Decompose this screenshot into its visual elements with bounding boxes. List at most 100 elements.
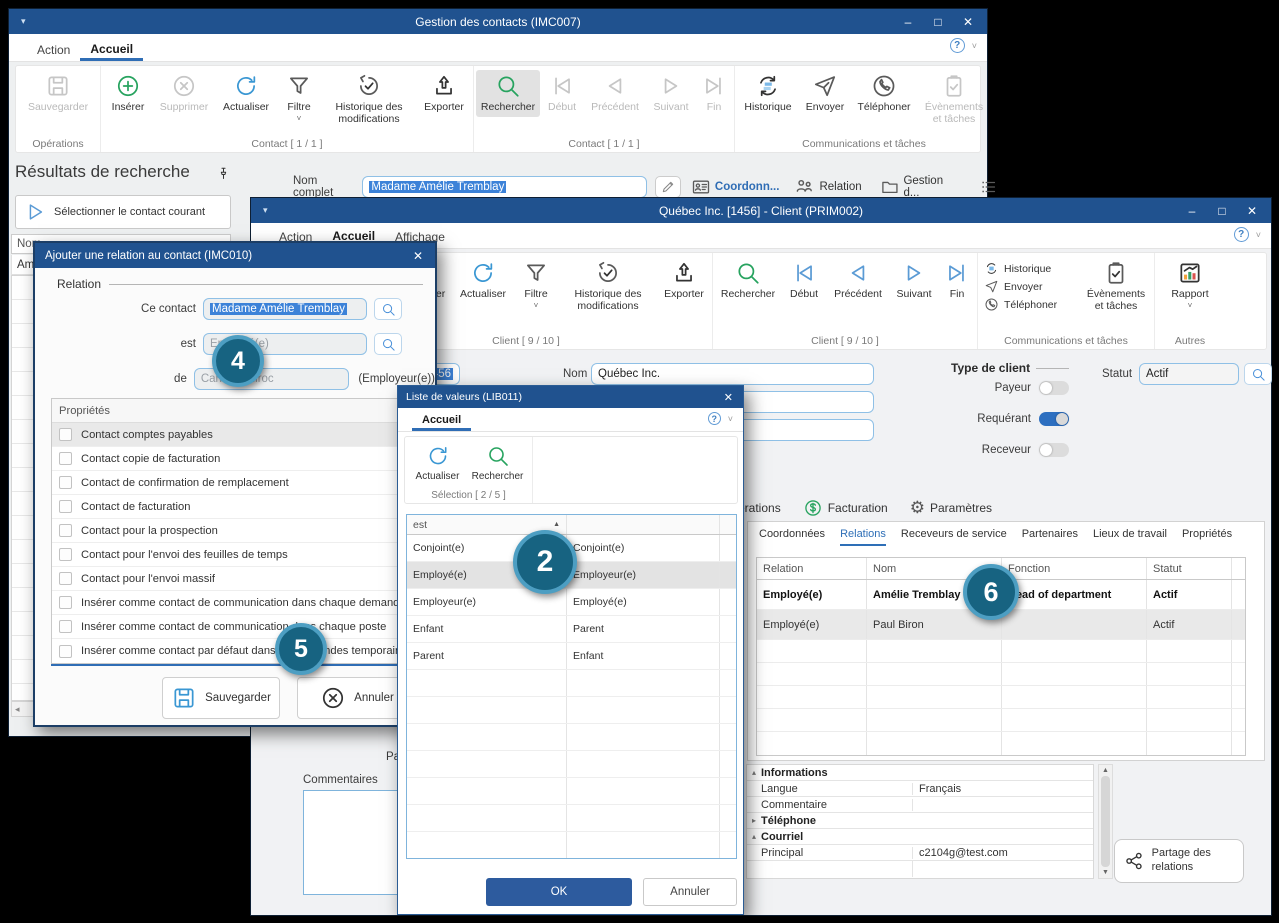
collapsed-icon[interactable]: ▸ bbox=[747, 816, 761, 825]
checkbox[interactable] bbox=[59, 645, 72, 658]
grid-row[interactable]: Principal c2104g@test.com bbox=[747, 845, 1093, 861]
requerant-toggle[interactable] bbox=[1039, 412, 1069, 426]
list-item[interactable]: Insérer comme contact de communication d… bbox=[52, 591, 422, 615]
tab-receveurs[interactable]: Receveurs de service bbox=[901, 528, 1007, 546]
table-row-empty[interactable] bbox=[757, 663, 1245, 686]
ce-contact-field[interactable]: Madame Amélie Tremblay bbox=[203, 298, 367, 320]
nom-complet-field[interactable]: Madame Amélie Tremblay bbox=[362, 176, 647, 198]
relation-link[interactable]: Relation bbox=[793, 176, 861, 198]
report-button[interactable]: Rapport ˅ bbox=[1160, 257, 1220, 313]
grid-row[interactable]: Commentaire bbox=[747, 797, 1093, 813]
help-icon[interactable]: ? bbox=[1234, 227, 1249, 242]
history-changes-button[interactable]: Historique des modifications bbox=[321, 70, 417, 129]
next-button[interactable]: Suivant bbox=[889, 257, 939, 304]
tab-coordonnees[interactable]: Coordonnées bbox=[759, 528, 825, 546]
facturation-nav[interactable]: Facturation bbox=[803, 498, 888, 518]
list-item[interactable]: Contact de facturation bbox=[52, 495, 422, 519]
next-button[interactable]: Suivant bbox=[646, 70, 696, 117]
refresh-button[interactable]: Actualiser bbox=[452, 257, 514, 304]
tab-lieux-travail[interactable]: Lieux de travail bbox=[1093, 528, 1167, 546]
list-item[interactable]: Contact pour la prospection bbox=[52, 519, 422, 543]
minimize-button[interactable]: – bbox=[893, 15, 923, 29]
filter-button[interactable]: Filtre ˅ bbox=[277, 70, 321, 126]
select-current-contact-button[interactable]: Sélectionner le contact courant bbox=[15, 195, 231, 229]
scroll-left-icon[interactable]: ◂ bbox=[15, 704, 20, 715]
checkbox[interactable] bbox=[59, 620, 72, 633]
table-row-empty[interactable] bbox=[757, 686, 1245, 709]
value-row-empty[interactable] bbox=[407, 832, 736, 859]
dialog-titlebar[interactable]: Liste de valeurs (LIB011) ✕ bbox=[398, 386, 743, 408]
history-button[interactable]: Historique bbox=[737, 70, 799, 117]
close-button[interactable]: ✕ bbox=[953, 15, 983, 29]
export-button[interactable]: Exporter bbox=[417, 70, 471, 117]
grid-section[interactable]: ▴ Informations bbox=[747, 765, 1093, 781]
table-row-empty[interactable] bbox=[757, 640, 1245, 663]
checkbox[interactable] bbox=[59, 524, 72, 537]
first-button[interactable]: Début bbox=[540, 70, 584, 117]
events-tasks-button[interactable]: Évènements et tâches bbox=[1080, 257, 1152, 332]
expanded-icon[interactable]: ▴ bbox=[747, 768, 761, 777]
receveur-toggle[interactable] bbox=[1039, 443, 1069, 457]
refresh-button[interactable]: Actualiser bbox=[409, 441, 467, 485]
checkbox[interactable] bbox=[59, 572, 72, 585]
history-button[interactable]: Historique bbox=[984, 261, 1080, 276]
search-button[interactable]: Rechercher bbox=[467, 441, 529, 485]
previous-button[interactable]: Précédent bbox=[584, 70, 646, 117]
table-header[interactable]: est▲ bbox=[407, 515, 736, 535]
table-row-empty[interactable] bbox=[757, 709, 1245, 732]
dialog-save-button[interactable]: Sauvegarder bbox=[162, 677, 280, 719]
grid-row-empty[interactable] bbox=[747, 861, 1093, 877]
export-button[interactable]: Exporter bbox=[658, 257, 710, 304]
phone-button[interactable]: Téléphoner bbox=[984, 297, 1080, 312]
list-item[interactable]: Insérer comme contact par défaut dans le… bbox=[52, 639, 422, 663]
minimize-button[interactable]: – bbox=[1177, 204, 1207, 218]
est-lookup-button[interactable] bbox=[374, 333, 402, 355]
titlebar[interactable]: ▾ Québec Inc. [1456] - Client (PRIM002) … bbox=[251, 198, 1271, 223]
maximize-button[interactable]: □ bbox=[1207, 204, 1237, 218]
ribbon-collapse-icon[interactable]: ˅ bbox=[728, 414, 733, 424]
scroll-down-icon[interactable]: ▼ bbox=[1102, 869, 1109, 876]
checkbox[interactable] bbox=[59, 500, 72, 513]
list-view-icon[interactable] bbox=[979, 177, 997, 197]
list-item[interactable]: Contact pour l'envoi des feuilles de tem… bbox=[52, 543, 422, 567]
checkbox[interactable] bbox=[59, 428, 72, 441]
search-button[interactable]: Rechercher bbox=[715, 257, 781, 304]
checkbox[interactable] bbox=[59, 596, 72, 609]
list-item[interactable]: Contact comptes payables bbox=[52, 423, 422, 447]
coordonnees-link[interactable]: Coordonn... bbox=[691, 177, 780, 197]
ce-contact-lookup-button[interactable] bbox=[374, 298, 402, 320]
titlebar[interactable]: ▾ Gestion des contacts (IMC007) – □ ✕ bbox=[9, 9, 987, 34]
delete-button[interactable]: Supprimer bbox=[153, 70, 215, 117]
send-button[interactable]: Envoyer bbox=[984, 279, 1080, 294]
close-button[interactable]: ✕ bbox=[1237, 204, 1267, 218]
previous-button[interactable]: Précédent bbox=[827, 257, 889, 304]
grid-row[interactable]: Langue Français bbox=[747, 781, 1093, 797]
refresh-button[interactable]: Actualiser bbox=[215, 70, 277, 117]
statut-lookup-button[interactable] bbox=[1244, 363, 1272, 385]
expanded-icon[interactable]: ▴ bbox=[747, 832, 761, 841]
gestion-link[interactable]: Gestion d... bbox=[880, 175, 957, 199]
ribbon-collapse-icon[interactable]: ˅ bbox=[972, 41, 977, 51]
tab-relations[interactable]: Relations bbox=[840, 528, 886, 546]
dialog-titlebar[interactable]: Ajouter une relation au contact (IMC010)… bbox=[35, 243, 435, 268]
tab-action[interactable]: Action bbox=[27, 37, 80, 61]
grid-section[interactable]: ▸ Téléphone bbox=[747, 813, 1093, 829]
statut-field[interactable]: Actif bbox=[1139, 363, 1239, 385]
ribbon-collapse-icon[interactable]: ˅ bbox=[1256, 230, 1261, 240]
nom-field[interactable]: Québec Inc. bbox=[591, 363, 874, 385]
tab-proprietes[interactable]: Propriétés bbox=[1182, 528, 1232, 546]
checkbox[interactable] bbox=[59, 548, 72, 561]
close-button[interactable]: ✕ bbox=[413, 249, 423, 263]
scroll-up-icon[interactable]: ▲ bbox=[1102, 767, 1109, 774]
save-button[interactable]: Sauvegarder bbox=[18, 70, 98, 117]
grid-scrollbar[interactable]: ▲ ▼ bbox=[1098, 764, 1113, 879]
close-button[interactable]: ✕ bbox=[724, 391, 733, 404]
search-button[interactable]: Rechercher bbox=[476, 70, 540, 117]
list-item[interactable]: Contact copie de facturation bbox=[52, 447, 422, 471]
last-button[interactable]: Fin bbox=[696, 70, 732, 117]
maximize-button[interactable]: □ bbox=[923, 15, 953, 29]
table-row-empty[interactable] bbox=[757, 732, 1245, 755]
value-row[interactable]: ParentEnfant bbox=[407, 643, 736, 670]
insert-button[interactable]: Insérer bbox=[103, 70, 153, 117]
history-changes-button[interactable]: Historique des modifications bbox=[558, 257, 658, 316]
